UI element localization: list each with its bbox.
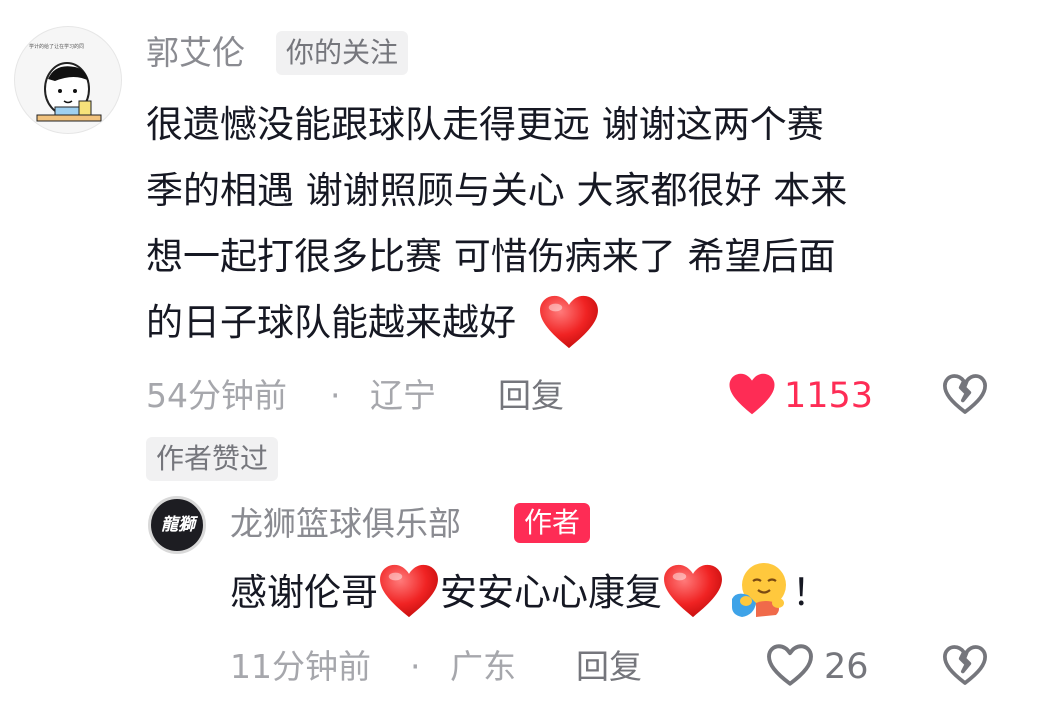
heart-outline-icon (767, 644, 813, 686)
reply-text-part: ！ (792, 571, 829, 614)
like-count: 1153 (784, 376, 874, 416)
reply-username[interactable]: 龙狮篮球俱乐部 (230, 504, 461, 544)
like-count: 26 (824, 647, 869, 687)
hugging-face-emoji-icon (732, 562, 786, 617)
meta-separator: · (410, 647, 421, 686)
broken-heart-icon (943, 645, 987, 685)
reply-time: 11分钟前 (230, 647, 371, 686)
comment-line: 季的相遇 谢谢照顾与关心 大家都很好 本来 (146, 169, 848, 212)
liked-by-author-tag: 作者赞过 (146, 437, 279, 481)
reply-button[interactable]: 回复 (498, 376, 564, 416)
comment-line: 很遗憾没能跟球队走得更远 谢谢这两个赛 (146, 103, 824, 146)
meta-separator: · (330, 376, 341, 415)
club-logo-text: 龍獅 (161, 515, 195, 535)
reply-text: 感谢伦哥 安安心心康复 ！ (230, 560, 990, 626)
comment-time: 54分钟前 (146, 376, 287, 415)
dislike-button[interactable] (942, 372, 988, 416)
like-button[interactable] (728, 372, 776, 416)
comment-line: 的日子球队能越来越好 (146, 290, 1026, 356)
red-heart-emoji-icon (664, 564, 722, 617)
comment-line: 想一起打很多比赛 可惜伤病来了 希望后面 (146, 235, 836, 278)
comment-location: 辽宁 (370, 376, 436, 415)
reply-button[interactable]: 回复 (576, 647, 642, 687)
heart-filled-icon (729, 373, 775, 415)
avatar[interactable]: 学计的给了让在学习的同 (14, 26, 122, 134)
club-avatar[interactable]: 龍獅 (148, 496, 206, 554)
reply-location: 广东 (450, 647, 516, 686)
cartoon-avatar-icon (36, 62, 102, 122)
dislike-button[interactable] (942, 643, 988, 687)
reply-text-part: 安安心心康复 (440, 571, 662, 614)
follow-tag: 你的关注 (276, 31, 409, 75)
red-heart-emoji-icon (539, 295, 598, 348)
comment-username[interactable]: 郭艾伦 (146, 33, 245, 73)
like-button[interactable] (766, 643, 814, 687)
reply-text-part: 感谢伦哥 (230, 571, 378, 614)
comment-text: 很遗憾没能跟球队走得更远 谢谢这两个赛 季的相遇 谢谢照顾与关心 大家都很好 本… (146, 92, 1026, 356)
red-heart-emoji-icon (380, 564, 438, 617)
broken-heart-icon (943, 374, 987, 414)
author-tag: 作者 (514, 503, 591, 543)
comment-line-text: 的日子球队能越来越好 (146, 301, 516, 344)
